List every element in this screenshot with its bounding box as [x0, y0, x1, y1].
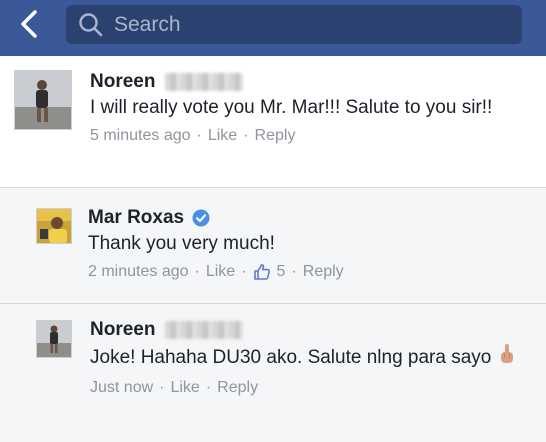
thumbs-up-icon[interactable]	[253, 263, 271, 281]
commenter-name[interactable]: Noreen	[90, 318, 534, 342]
comment-meta: 2 minutes ago · Like · 5 · Reply	[88, 263, 344, 281]
search-input[interactable]	[114, 6, 522, 43]
avatar[interactable]	[36, 208, 72, 244]
chevron-left-icon	[21, 10, 37, 38]
avatar[interactable]	[14, 70, 72, 130]
search-icon	[78, 12, 104, 38]
avatar[interactable]	[36, 320, 72, 358]
reply-button[interactable]: Reply	[255, 127, 296, 145]
commenter-name[interactable]: Noreen	[90, 70, 534, 94]
search-bar[interactable]	[66, 5, 522, 44]
comment-meta: Just now · Like · Reply	[90, 379, 259, 397]
comment-timestamp: 5 minutes ago	[90, 127, 191, 144]
comment-text: Joke! Hahaha DU30 ako. Salute nlng para …	[90, 343, 534, 373]
comment-item: Noreen I will really vote you Mr. Mar!!!…	[0, 56, 546, 188]
middle-finger-icon	[499, 343, 515, 373]
top-bar	[0, 0, 546, 56]
reply-button[interactable]: Reply	[303, 263, 344, 281]
comment-timestamp: 2 minutes ago	[88, 263, 189, 280]
reply-button[interactable]: Reply	[217, 379, 258, 397]
comment-text: I will really vote you Mr. Mar!!! Salute…	[90, 97, 493, 118]
redacted-surname	[165, 73, 244, 91]
back-button[interactable]	[12, 6, 46, 42]
comment-timestamp: Just now	[90, 379, 154, 396]
like-count[interactable]: 5	[277, 263, 286, 281]
commenter-name[interactable]: Mar Roxas	[88, 206, 534, 230]
reply-item: Noreen Joke! Hahaha DU30 ako. Salute nln…	[0, 304, 546, 442]
comment-text: Thank you very much!	[88, 233, 275, 254]
verified-badge-icon	[192, 209, 210, 227]
comment-meta: 5 minutes ago · Like · Reply	[90, 127, 296, 145]
like-button[interactable]: Like	[208, 127, 237, 145]
like-button[interactable]: Like	[170, 379, 199, 397]
reply-item: Mar Roxas Thank you very much! 2 minutes…	[0, 188, 546, 304]
redacted-surname	[165, 321, 244, 339]
like-button[interactable]: Like	[206, 263, 235, 281]
